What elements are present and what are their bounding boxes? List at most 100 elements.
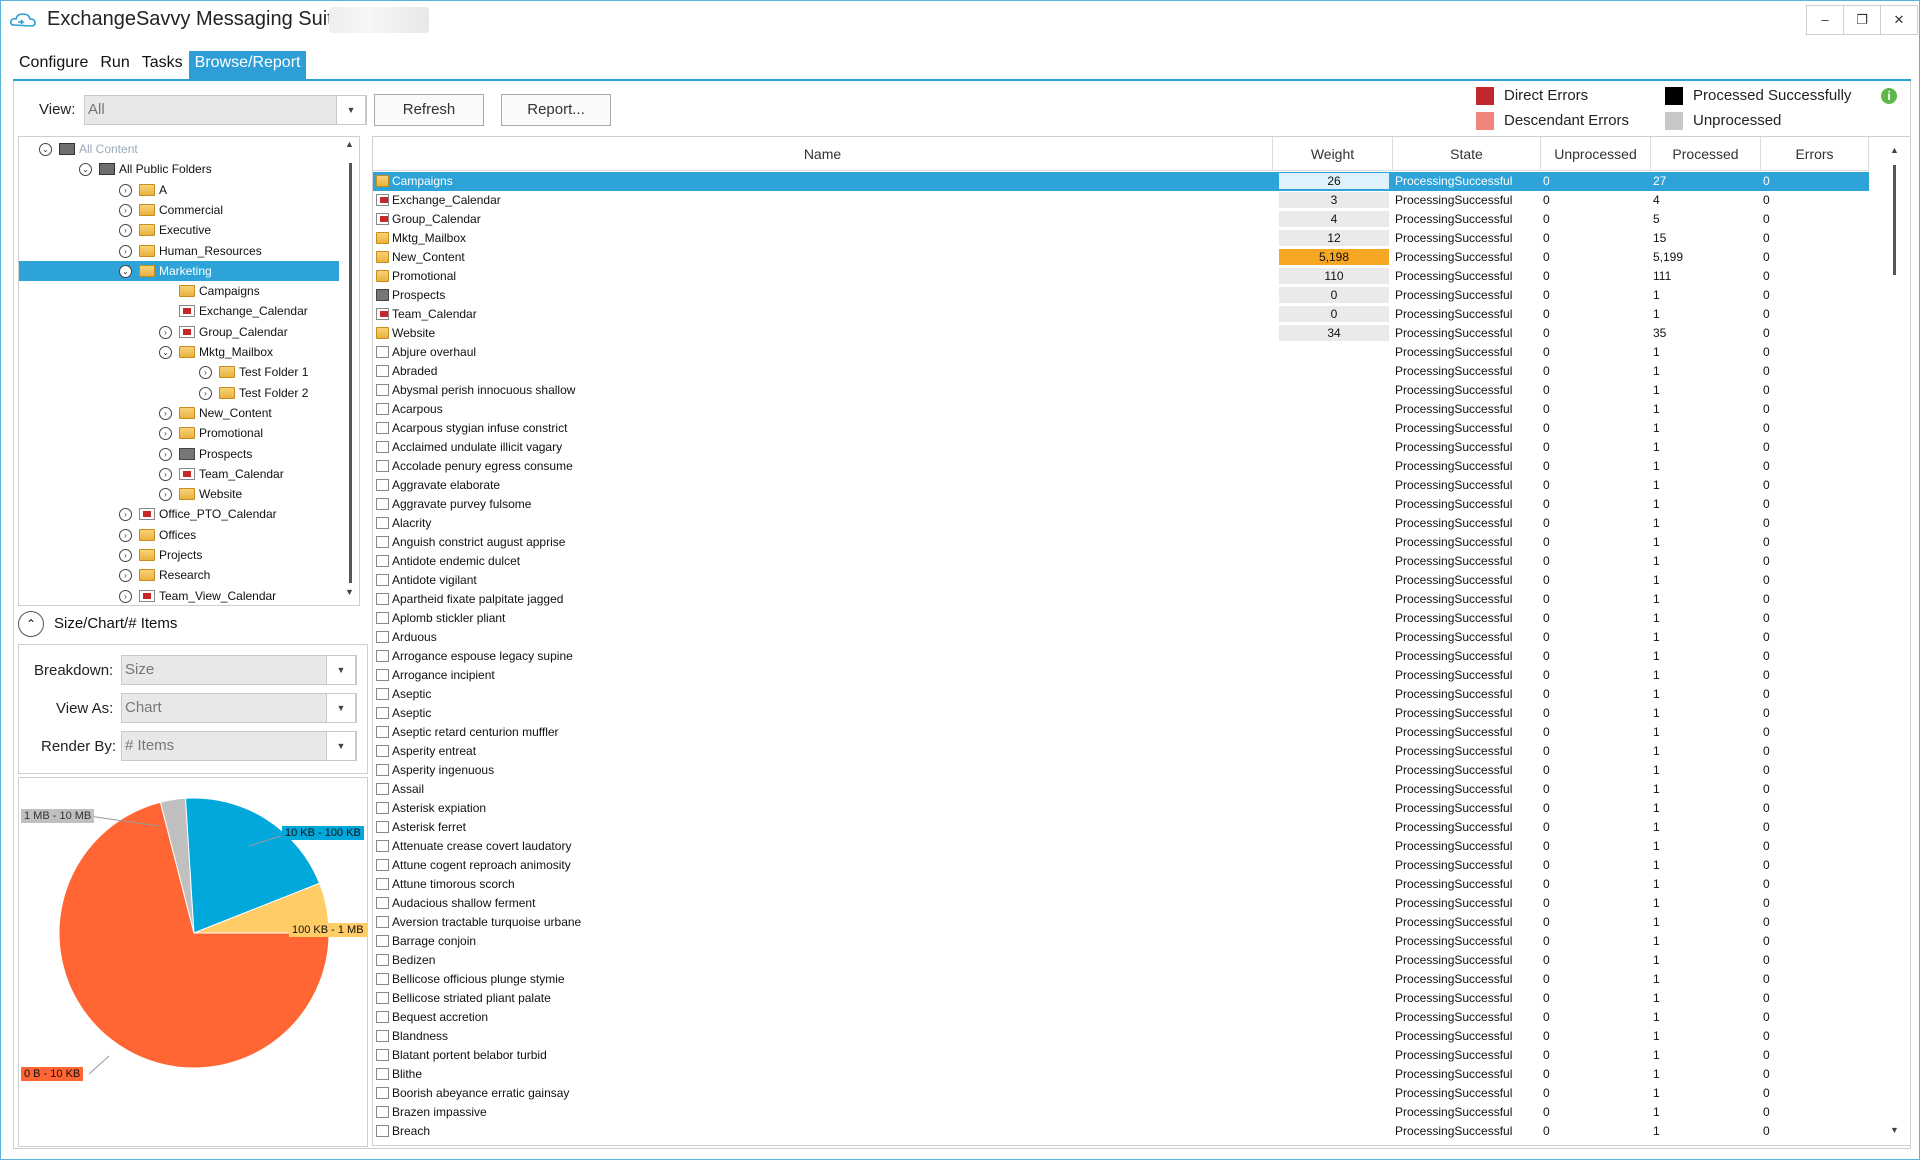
folder-tree[interactable]: ▲ ▼ ⌄ All Content ⌄ All Public Folders › A › Co… xyxy=(18,136,360,606)
expand-icon[interactable]: › xyxy=(119,569,132,583)
table-row[interactable]: Aversion tractable turquoise urbane Proce… xyxy=(373,913,1869,932)
breakdown-select[interactable]: Size ▼ xyxy=(121,655,357,685)
collapse-icon[interactable]: ⌄ xyxy=(159,346,172,359)
tree-item[interactable]: › Office_PTO_Calendar xyxy=(19,504,339,524)
table-row[interactable]: Acarpous ProcessingSuccessful 0 1 0 xyxy=(373,400,1869,419)
expand-icon[interactable]: › xyxy=(119,549,132,562)
tree-item[interactable]: › Promotional xyxy=(19,423,339,443)
table-row[interactable]: Abraded ProcessingSuccessful 0 1 0 xyxy=(373,362,1869,381)
table-row[interactable]: Asterisk expiation ProcessingSuccessful 0 1… xyxy=(373,799,1869,818)
tree-item[interactable]: ⌄ All Content xyxy=(19,139,339,159)
collapse-icon[interactable]: ⌄ xyxy=(79,163,92,177)
expand-icon[interactable]: › xyxy=(119,183,132,197)
table-row[interactable]: Promotional 110 ProcessingSuccessful 0 111 0 xyxy=(373,267,1869,286)
chevron-down-icon[interactable]: ▼ xyxy=(326,731,356,761)
table-row[interactable]: Aseptic ProcessingSuccessful 0 1 0 xyxy=(373,685,1869,704)
chevron-down-icon[interactable]: ▼ xyxy=(326,693,356,723)
table-row[interactable]: Arrogance espouse legacy supine Processin… xyxy=(373,647,1869,666)
restore-button[interactable]: ❐ xyxy=(1843,5,1881,35)
col-header-weight[interactable]: Weight xyxy=(1273,137,1393,171)
tree-item[interactable]: › Projects xyxy=(19,545,339,565)
table-row[interactable]: Group_Calendar 4 ProcessingSuccessful 0 5 0 xyxy=(373,210,1869,229)
close-button[interactable]: ✕ xyxy=(1880,5,1918,35)
grid-scrollbar[interactable]: ▲ ▼ xyxy=(1881,137,1909,1145)
table-row[interactable]: Website 34 ProcessingSuccessful 0 35 0 xyxy=(373,324,1869,343)
menu-tasks[interactable]: Tasks xyxy=(136,51,189,79)
table-row[interactable]: Anguish constrict august apprise Processi… xyxy=(373,533,1869,552)
tree-item[interactable]: Exchange_Calendar xyxy=(19,301,339,321)
table-row[interactable]: Aggravate purvey fulsome ProcessingSucces… xyxy=(373,495,1869,514)
col-header-errors[interactable]: Errors xyxy=(1761,137,1869,171)
table-row[interactable]: Acclaimed undulate illicit vagary Process… xyxy=(373,438,1869,457)
table-row[interactable]: Asterisk ferret ProcessingSuccessful 0 1 0 xyxy=(373,818,1869,837)
table-row[interactable]: Barrage conjoin ProcessingSuccessful 0 1 0 xyxy=(373,932,1869,951)
table-row[interactable]: Acarpous stygian infuse constrict Process… xyxy=(373,419,1869,438)
expand-icon[interactable]: › xyxy=(119,203,132,217)
table-row[interactable]: Bequest accretion ProcessingSuccessful 0 1 0 xyxy=(373,1008,1869,1027)
table-row[interactable]: Blithe ProcessingSuccessful 0 1 0 xyxy=(373,1065,1869,1084)
table-row[interactable]: Mktg_Mailbox 12 ProcessingSuccessful 0 15 0 xyxy=(373,229,1869,248)
table-row[interactable]: Assail ProcessingSuccessful 0 1 0 xyxy=(373,780,1869,799)
table-row[interactable]: Antidote endemic dulcet ProcessingSuccess… xyxy=(373,552,1869,571)
tree-item[interactable]: › Executive xyxy=(19,220,339,240)
tree-item[interactable]: › Website xyxy=(19,484,339,504)
viewas-select[interactable]: Chart ▼ xyxy=(121,693,357,723)
collapse-icon[interactable]: ⌄ xyxy=(39,143,52,156)
report-button[interactable]: Report... xyxy=(501,94,611,126)
table-row[interactable]: Abjure overhaul ProcessingSuccessful 0 1 0 xyxy=(373,343,1869,362)
expand-icon[interactable]: › xyxy=(159,427,172,441)
tree-item[interactable]: › Team_View_Calendar xyxy=(19,586,339,605)
table-row[interactable]: Bellicose officious plunge stymie Process… xyxy=(373,970,1869,989)
refresh-button[interactable]: Refresh xyxy=(374,94,484,126)
expand-icon[interactable]: › xyxy=(199,386,212,400)
table-row[interactable]: Asperity ingenuous ProcessingSuccessful 0 1… xyxy=(373,761,1869,780)
tree-scrollbar[interactable]: ▲ ▼ xyxy=(341,137,359,605)
scroll-up-icon[interactable]: ▲ xyxy=(1890,145,1899,155)
expand-icon[interactable]: › xyxy=(119,508,132,522)
tree-item[interactable]: ⌄ All Public Folders xyxy=(19,159,339,179)
items-grid[interactable]: Name Weight State Unprocessed Processed … xyxy=(372,136,1911,1146)
grid-scroll-thumb[interactable] xyxy=(1893,165,1896,275)
chevron-down-icon[interactable]: ▼ xyxy=(326,655,356,685)
table-row[interactable]: Aseptic retard centurion muffler Processi… xyxy=(373,723,1869,742)
collapse-icon[interactable]: ⌄ xyxy=(119,264,132,278)
view-select[interactable]: All ▼ xyxy=(84,95,367,125)
table-row[interactable]: Arduous ProcessingSuccessful 0 1 0 xyxy=(373,628,1869,647)
table-row[interactable]: Brazen impassive ProcessingSuccessful 0 1 0 xyxy=(373,1103,1869,1122)
table-row[interactable]: Prospects 0 ProcessingSuccessful 0 1 0 xyxy=(373,286,1869,305)
table-row[interactable]: Abysmal perish innocuous shallow Processi… xyxy=(373,381,1869,400)
col-header-unprocessed[interactable]: Unprocessed xyxy=(1541,137,1651,171)
table-row[interactable]: New_Content 5,198 ProcessingSuccessful 0 5,1… xyxy=(373,248,1869,267)
col-header-name[interactable]: Name xyxy=(373,137,1273,171)
tree-scroll-thumb[interactable] xyxy=(349,163,352,583)
expand-icon[interactable]: › xyxy=(159,467,172,481)
table-row[interactable]: Arrogance incipient ProcessingSuccessful 0… xyxy=(373,666,1869,685)
expand-icon[interactable]: › xyxy=(119,224,132,238)
scroll-up-icon[interactable]: ▲ xyxy=(345,139,354,149)
chevron-down-icon[interactable]: ▼ xyxy=(336,95,366,125)
menu-browse-report[interactable]: Browse/Report xyxy=(188,51,307,79)
renderby-select[interactable]: # Items ▼ xyxy=(121,731,357,761)
tree-item[interactable]: › Team_Calendar xyxy=(19,464,339,484)
minimize-button[interactable]: – xyxy=(1806,5,1844,35)
col-header-processed[interactable]: Processed xyxy=(1651,137,1761,171)
expand-icon[interactable]: › xyxy=(199,366,212,380)
table-row[interactable]: Antidote vigilant ProcessingSuccessful 0 1 0 xyxy=(373,571,1869,590)
table-row[interactable]: Accolade penury egress consume Processing… xyxy=(373,457,1869,476)
tree-item[interactable]: › Commercial xyxy=(19,200,339,220)
table-row[interactable]: Breach ProcessingSuccessful 0 1 0 xyxy=(373,1122,1869,1141)
tree-item[interactable]: › Research xyxy=(19,565,339,585)
expand-icon[interactable]: › xyxy=(159,406,172,420)
table-row[interactable]: Campaigns 26 ProcessingSuccessful 0 27 0 xyxy=(373,172,1869,191)
info-icon[interactable]: i xyxy=(1881,88,1897,104)
menu-configure[interactable]: Configure xyxy=(13,51,94,79)
table-row[interactable]: Audacious shallow ferment ProcessingSucce… xyxy=(373,894,1869,913)
table-row[interactable]: Bellicose striated pliant palate Processi… xyxy=(373,989,1869,1008)
table-row[interactable]: Attune timorous scorch ProcessingSuccessf… xyxy=(373,875,1869,894)
collapse-up-icon[interactable]: ⌃ xyxy=(18,611,44,637)
tree-item[interactable]: › A xyxy=(19,180,339,200)
table-row[interactable]: Blatant portent belabor turbid Processing… xyxy=(373,1046,1869,1065)
expand-icon[interactable]: › xyxy=(119,589,132,603)
tree-item[interactable]: › Prospects xyxy=(19,444,339,464)
tree-item[interactable]: › New_Content xyxy=(19,403,339,423)
